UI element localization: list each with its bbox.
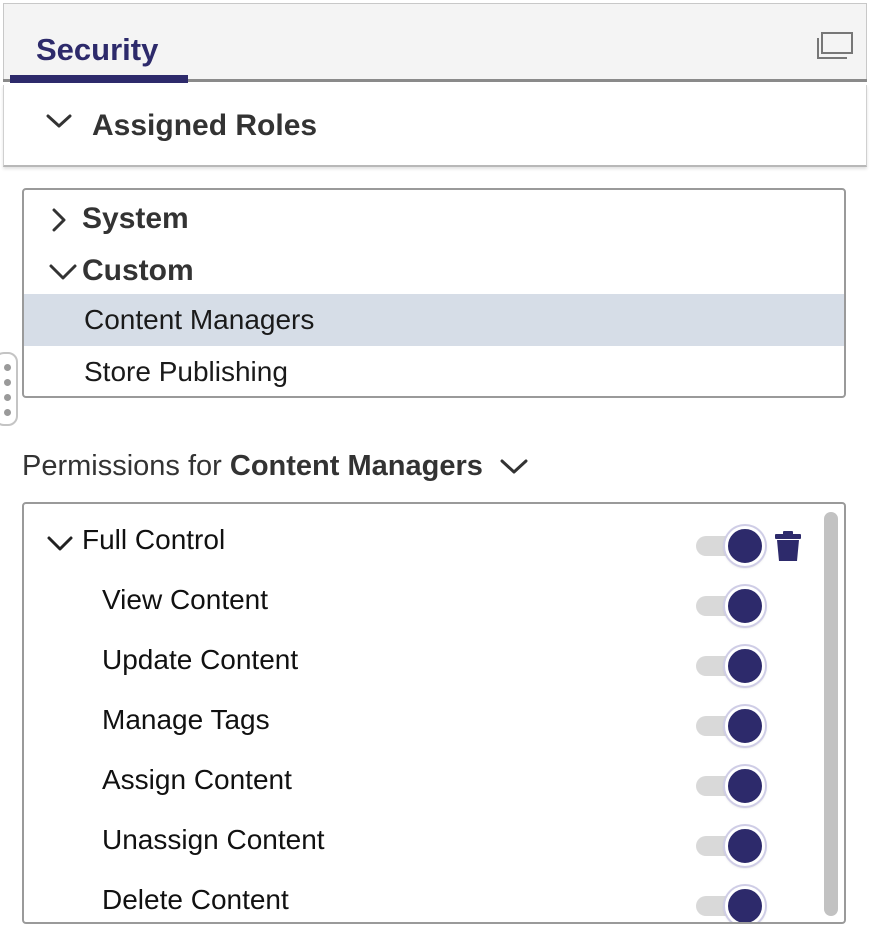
tree-group-custom[interactable]: Custom <box>24 246 844 298</box>
permissions-list: Full Control View Content Update Content… <box>22 502 846 924</box>
permission-label: Update Content <box>102 644 299 675</box>
permission-row-delete-content: Delete Content <box>24 870 820 922</box>
role-item-label: Content Managers <box>84 304 315 335</box>
permission-toggle[interactable] <box>696 886 768 922</box>
permission-label: Delete Content <box>102 884 289 915</box>
chevron-down-icon <box>48 260 77 284</box>
roles-tree: System Custom Content Managers Store Pub… <box>22 188 846 398</box>
toggle-knob <box>725 886 765 922</box>
handle-dot <box>4 409 11 416</box>
permission-toggle[interactable] <box>696 586 768 626</box>
permissions-role-name: Content Managers <box>229 450 483 482</box>
chevron-down-icon[interactable] <box>46 534 74 554</box>
role-item-label: Store Publishing <box>84 356 288 387</box>
permission-toggle[interactable] <box>696 526 768 566</box>
permissions-heading[interactable]: Permissions for Content Managers <box>22 450 529 490</box>
handle-dot <box>4 364 11 371</box>
permission-label: View Content <box>102 584 269 615</box>
maximize-icon[interactable] <box>817 32 853 60</box>
permission-toggle[interactable] <box>696 646 768 686</box>
permission-label: Unassign Content <box>102 824 325 855</box>
permission-toggle[interactable] <box>696 706 768 746</box>
permission-row-manage-tags: Manage Tags <box>24 690 820 750</box>
permission-label: Assign Content <box>102 764 292 795</box>
handle-dot <box>4 379 11 386</box>
toggle-knob <box>725 766 765 806</box>
assigned-roles-label: Assigned Roles <box>92 109 318 142</box>
toggle-knob <box>725 706 765 746</box>
permission-toggle[interactable] <box>696 826 768 866</box>
tree-group-label: System <box>82 202 189 235</box>
permission-toggle[interactable] <box>696 766 768 806</box>
permission-row-assign-content: Assign Content <box>24 750 820 810</box>
permission-row-full-control: Full Control <box>24 510 820 570</box>
permissions-prefix: Permissions for <box>22 450 222 482</box>
toggle-knob <box>725 646 765 686</box>
toggle-knob <box>725 826 765 866</box>
chevron-down-icon <box>499 453 529 475</box>
assigned-roles-header[interactable]: Assigned Roles <box>3 85 867 167</box>
security-panel: Security Assigned Roles System Custom Co… <box>0 0 870 939</box>
toggle-knob <box>725 526 765 566</box>
handle-dot <box>4 394 11 401</box>
scrollbar-thumb[interactable] <box>824 512 838 916</box>
tab-security-label: Security <box>36 32 159 67</box>
tree-group-system[interactable]: System <box>24 194 844 246</box>
tab-bar: Security <box>3 3 867 83</box>
trash-icon[interactable] <box>774 530 802 562</box>
chevron-down-icon <box>44 109 74 133</box>
tab-security[interactable]: Security <box>10 4 188 83</box>
permission-row-view-content: View Content <box>24 570 820 630</box>
tree-group-label: Custom <box>82 254 194 287</box>
role-item-store-publishing[interactable]: Store Publishing <box>24 346 844 396</box>
permissions-scrollbar[interactable] <box>824 512 838 916</box>
toggle-knob <box>725 586 765 626</box>
chevron-right-icon <box>46 208 72 232</box>
tab-active-indicator <box>10 75 188 83</box>
drag-handle-icon[interactable] <box>0 352 18 426</box>
role-item-content-managers[interactable]: Content Managers <box>24 294 844 346</box>
permission-label: Full Control <box>82 524 226 555</box>
permission-label: Manage Tags <box>102 704 270 735</box>
permission-row-update-content: Update Content <box>24 630 820 690</box>
permission-row-unassign-content: Unassign Content <box>24 810 820 870</box>
